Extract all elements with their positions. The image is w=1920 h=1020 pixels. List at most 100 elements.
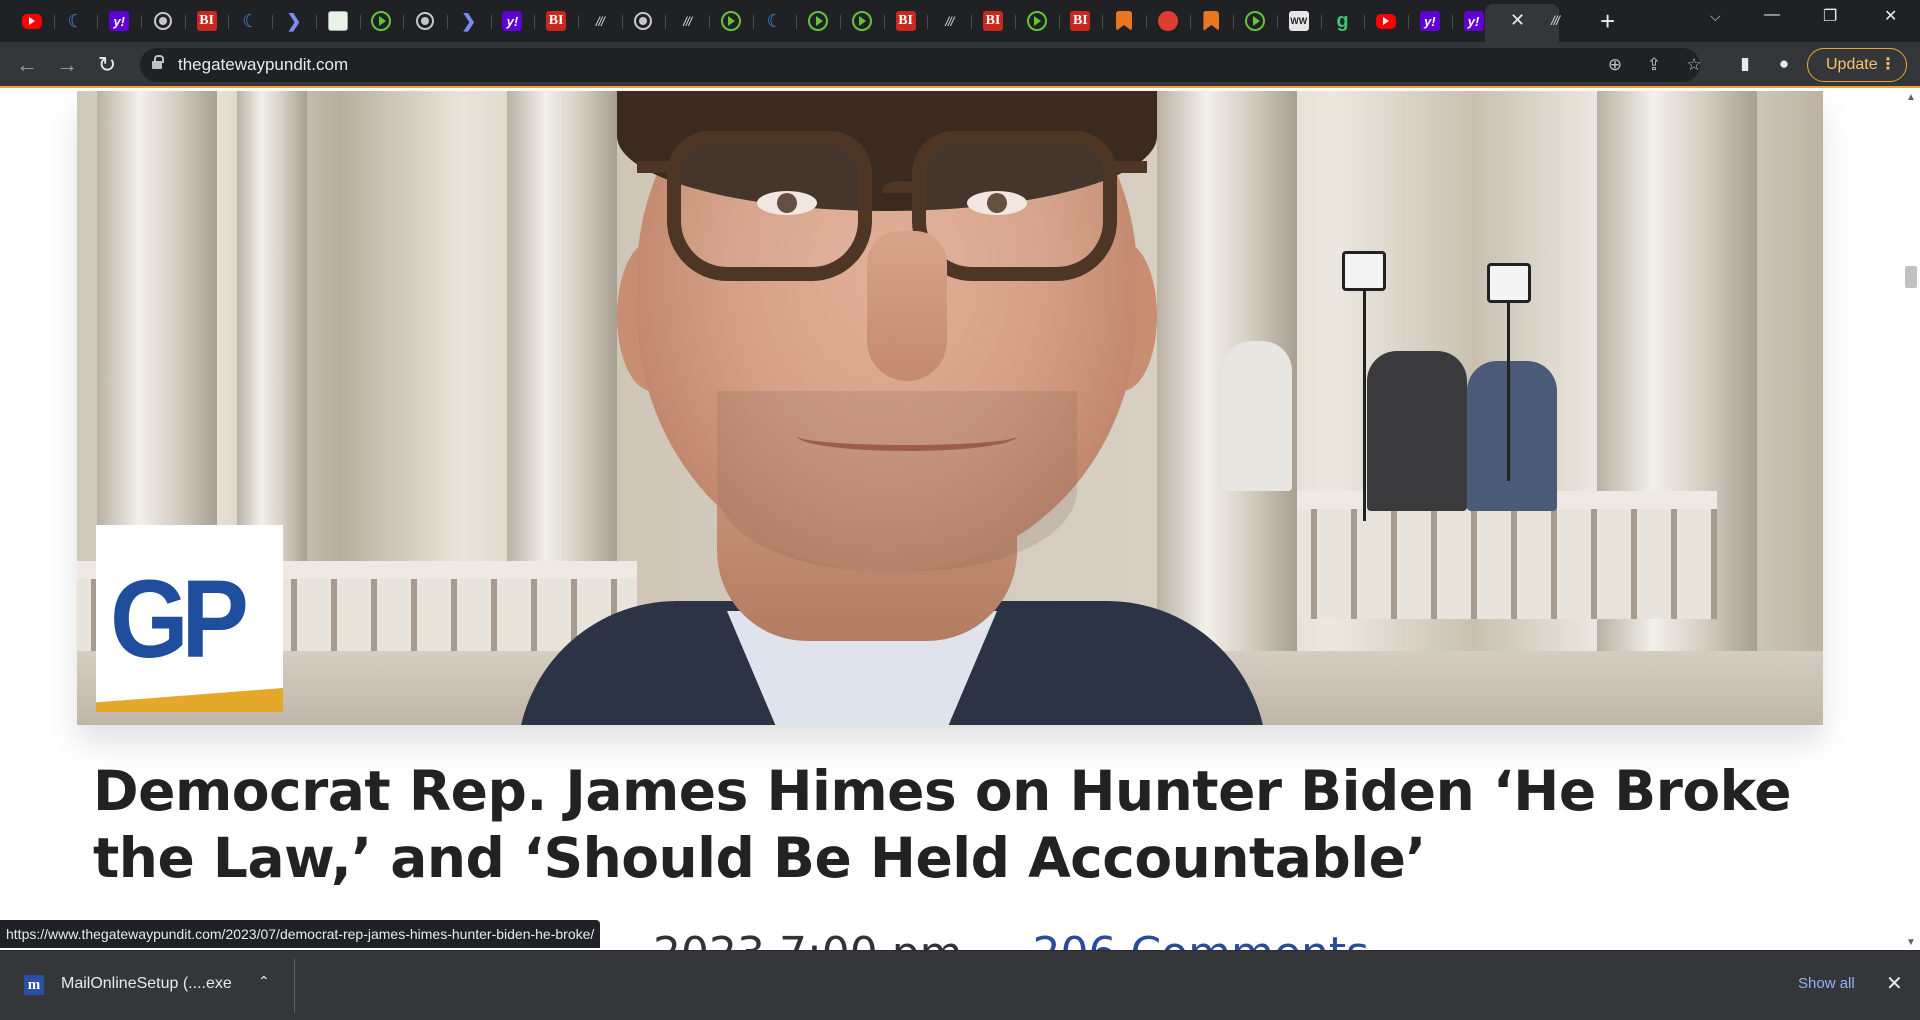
browser-tab[interactable]: ❯ [272, 4, 316, 38]
bookmark-icon [1203, 11, 1220, 31]
browser-tab[interactable] [315, 4, 360, 38]
menu-icon[interactable]: ⋮ [1880, 49, 1896, 81]
restore-button[interactable]: ❐ [1823, 6, 1837, 26]
browser-tab[interactable]: WW [1276, 4, 1321, 38]
download-options-icon[interactable]: ⌃ [258, 973, 270, 990]
bookmark-icon [1116, 11, 1133, 31]
reload-button[interactable]: ↻ [92, 50, 122, 80]
tab-search-button[interactable]: ⌵ [1710, 8, 1721, 25]
new-tab-button[interactable]: + [1600, 6, 1615, 36]
light-stand [1507, 281, 1510, 481]
globe-icon [416, 12, 435, 30]
moon-icon: ☾ [242, 10, 259, 31]
update-button[interactable]: Update ⋮ [1807, 48, 1907, 82]
profile-icon[interactable]: ● [1773, 54, 1795, 76]
download-file-name[interactable]: MailOnlineSetup (....exe [61, 975, 232, 993]
lock-icon[interactable] [152, 55, 164, 71]
share-icon[interactable]: ⇪ [1643, 54, 1665, 76]
browser-tab[interactable]: BI [1058, 4, 1103, 38]
ww-icon: WW [1288, 11, 1309, 31]
glasses-bridge [883, 181, 923, 195]
browser-tab[interactable]: ☾ [228, 4, 272, 38]
browser-tab[interactable] [1364, 4, 1408, 38]
zoom-icon[interactable]: ⊕ [1604, 54, 1626, 76]
download-separator [294, 959, 295, 1013]
mw-icon: /// [1551, 12, 1560, 28]
business-insider-icon: BI [1070, 11, 1091, 31]
browser-tab[interactable] [403, 4, 447, 38]
comments-link[interactable]: 206 Comments [1033, 928, 1369, 950]
glasses-temple [637, 161, 677, 173]
close-window-button[interactable]: ✕ [1884, 6, 1897, 26]
browser-tab[interactable]: /// [665, 4, 709, 38]
browser-tab[interactable]: BI [883, 4, 928, 38]
yahoo-icon: y! [1419, 11, 1440, 31]
browser-tab[interactable] [840, 4, 884, 38]
browser-tab[interactable]: y! [97, 4, 141, 38]
browser-tab[interactable] [1102, 4, 1146, 38]
hero-image[interactable]: GP [77, 91, 1823, 725]
minimize-button[interactable]: — [1764, 6, 1780, 24]
scroll-thumb[interactable] [1905, 266, 1917, 288]
side-panel-icon[interactable]: ▮ [1734, 54, 1756, 76]
rumble-icon [851, 11, 872, 31]
youtube-icon [1376, 13, 1397, 29]
vertical-scrollbar[interactable]: ▲ ▼ [1902, 88, 1920, 950]
update-label: Update [1826, 56, 1878, 73]
browser-tab[interactable]: y! [1408, 4, 1452, 38]
article-headline: Democrat Rep. James Himes on Hunter Bide… [93, 759, 1792, 890]
browser-tab[interactable] [709, 4, 753, 38]
yahoo-icon: y! [109, 11, 130, 31]
scroll-up-icon[interactable]: ▲ [1906, 92, 1916, 103]
mouth [797, 421, 1017, 451]
chevron-brand-icon: ❯ [286, 10, 302, 31]
mw-icon: /// [945, 13, 954, 29]
scroll-down-icon[interactable]: ▼ [1906, 937, 1916, 948]
browser-tab[interactable]: BI [971, 4, 1015, 38]
nose [867, 231, 947, 381]
browser-tab[interactable] [1145, 4, 1190, 38]
business-insider-icon: BI [546, 11, 567, 31]
browser-tab[interactable] [10, 4, 54, 38]
tab-list: ☾ y! BI ☾ ❯ ❯ y! BI /// /// ☾ BI /// BI BI WW g y! y! [10, 4, 1495, 38]
browser-tab[interactable] [1014, 4, 1059, 38]
browser-tab[interactable]: /// [927, 4, 971, 38]
browser-tab[interactable] [1233, 4, 1277, 38]
close-download-bar-icon[interactable]: ✕ [1886, 971, 1903, 996]
forward-button[interactable]: → [52, 50, 82, 80]
background-person [1222, 341, 1292, 491]
business-insider-icon: BI [982, 11, 1003, 31]
show-all-button[interactable]: Show all [1798, 975, 1855, 992]
browser-tab[interactable]: y! [490, 4, 535, 38]
article-date: 2023 7:00 pm [653, 928, 963, 950]
chevron-brand-icon: ❯ [461, 10, 477, 31]
browser-tab[interactable]: BI [534, 4, 578, 38]
tab-strip: ☾ y! BI ☾ ❯ ❯ y! BI /// /// ☾ BI /// BI BI WW g y! y! ✕ //… [0, 0, 1920, 42]
stubble [717, 391, 1077, 571]
browser-tab[interactable] [796, 4, 840, 38]
map-icon [327, 11, 348, 31]
browser-tab[interactable] [359, 4, 404, 38]
browser-tab[interactable] [621, 4, 666, 38]
browser-tab[interactable]: ☾ [53, 4, 98, 38]
light-stand [1363, 271, 1366, 521]
browser-tab[interactable]: ❯ [446, 4, 491, 38]
back-button[interactable]: ← [12, 50, 42, 80]
browser-tab[interactable] [141, 4, 185, 38]
rumble-icon [371, 11, 392, 31]
browser-tab[interactable]: BI [184, 4, 229, 38]
browser-tab[interactable]: ☾ [752, 4, 797, 38]
browser-tab[interactable]: /// [577, 4, 622, 38]
url-text[interactable]: thegatewaypundit.com [178, 55, 348, 75]
rumble-icon [1245, 11, 1266, 31]
browser-tab[interactable] [1189, 4, 1234, 38]
tab-after-active[interactable]: /// [1545, 10, 1565, 30]
close-tab-icon[interactable]: ✕ [1510, 10, 1525, 31]
yahoo-icon: y! [1463, 11, 1484, 31]
gateway-pundit-logo[interactable]: GP [96, 525, 283, 712]
bookmark-star-icon[interactable]: ☆ [1683, 54, 1705, 76]
browser-toolbar: ← → ↻ thegatewaypundit.com ⊕ ⇪ ☆ ▮ ● Upd… [0, 42, 1920, 88]
address-bar[interactable]: thegatewaypundit.com ⊕ ⇪ ☆ [140, 48, 1702, 82]
download-file-icon[interactable]: m [24, 975, 44, 995]
browser-tab[interactable]: g [1320, 4, 1365, 38]
